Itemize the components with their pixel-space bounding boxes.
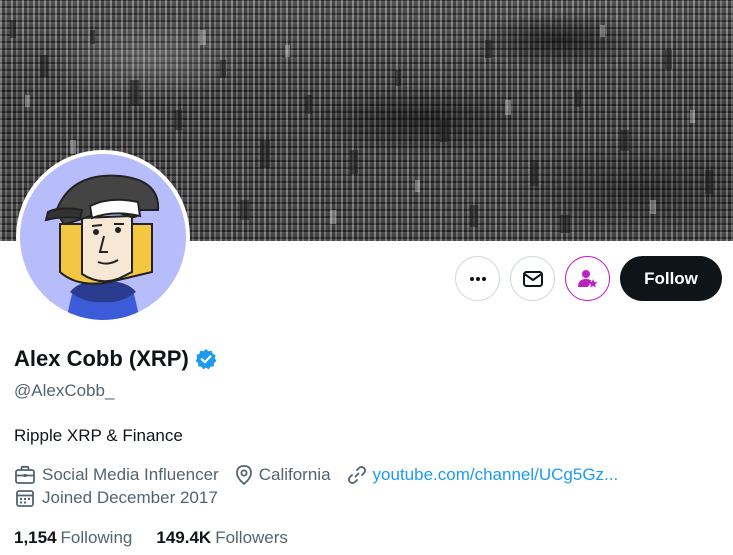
profile-joined: Joined December 2017 [14,488,218,508]
profile-website[interactable]: youtube.com/channel/UCg5Gz... [347,465,619,485]
display-name: Alex Cobb (XRP) [14,346,189,371]
profile-meta-row: Social Media Influencer California youtu… [14,464,634,486]
followers-count: 149.4K [156,528,212,547]
subscribe-notifications-button[interactable] [565,256,610,301]
verified-badge-icon[interactable] [195,348,217,370]
profile-avatar-frame[interactable] [16,150,190,324]
profile-joined-row: Joined December 2017 [14,488,234,508]
followers-label: Followers [215,528,288,547]
following-count: 1,154 [14,528,57,547]
briefcase-icon [15,465,35,484]
category-text: Social Media Influencer [42,465,219,484]
person-star-icon [577,269,597,287]
profile-handle: @AlexCobb_ [14,381,115,400]
more-horizontal-icon [469,276,486,281]
more-options-button[interactable] [455,256,500,301]
joined-text: Joined December 2017 [42,488,218,507]
profile-bio: Ripple XRP & Finance [14,426,183,445]
calendar-icon [16,490,34,507]
envelope-icon [522,270,543,287]
avatar[interactable] [20,154,186,320]
followers-stat[interactable]: 149.4K Followers [156,528,288,548]
location-pin-icon [235,465,252,486]
following-stat[interactable]: 1,154 Following [14,528,132,548]
location-text: California [258,465,331,484]
profile-location: California [235,464,331,486]
link-icon [347,466,366,484]
message-button[interactable] [510,256,555,301]
profile-stats: 1,154 Following 149.4K Followers [14,528,312,548]
website-link[interactable]: youtube.com/channel/UCg5Gz... [373,465,619,485]
follow-button[interactable]: Follow [620,256,722,301]
profile-name-row: Alex Cobb (XRP) [14,346,217,372]
following-label: Following [60,528,133,547]
cartoon-avatar-image [20,154,186,320]
profile-category: Social Media Influencer [14,465,219,485]
